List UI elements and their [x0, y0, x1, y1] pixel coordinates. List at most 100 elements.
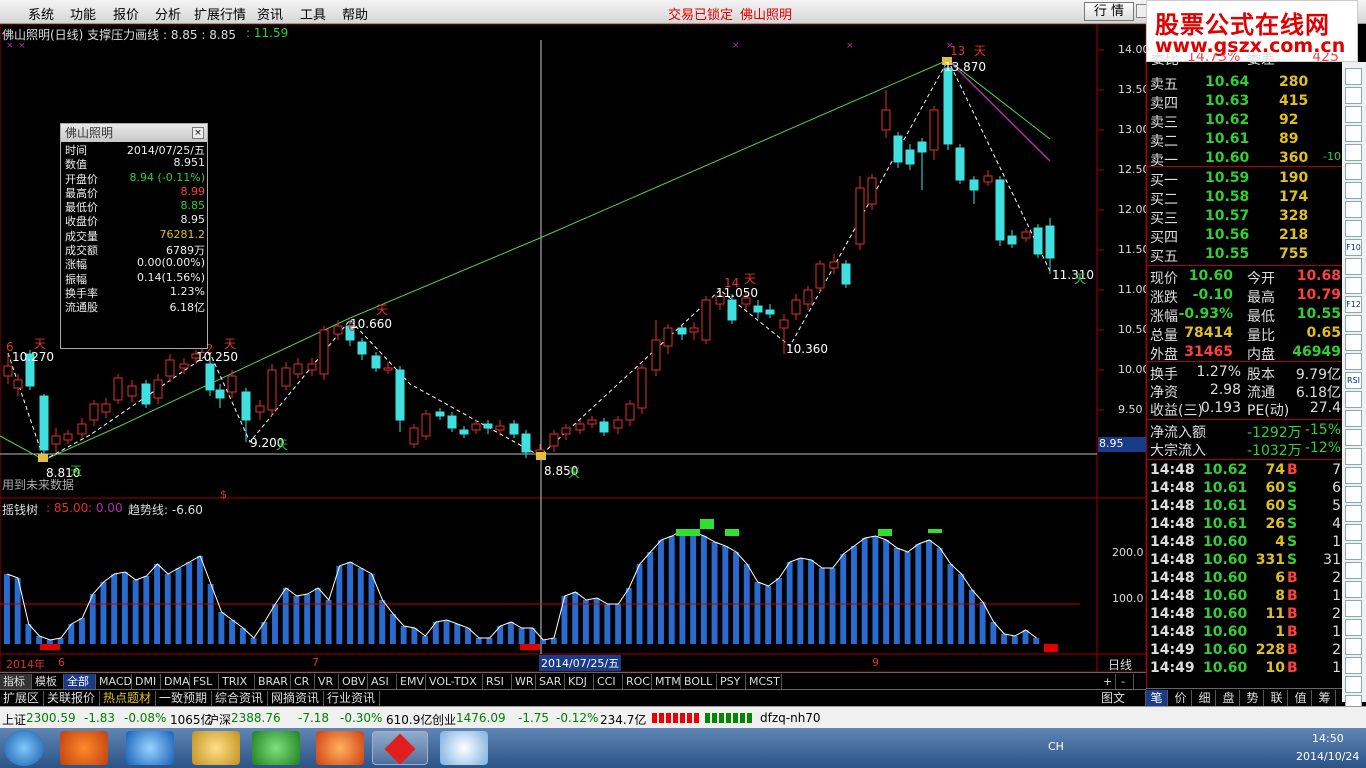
toolbar-tool-icon[interactable] — [1345, 201, 1362, 218]
indicator-tab[interactable]: MCST — [746, 674, 782, 689]
toolbar-tool-icon[interactable] — [1345, 410, 1362, 427]
indicator-tab[interactable]: 全部 — [64, 674, 96, 689]
tick-row[interactable]: 14:48 10.60 6 B 2 — [1147, 570, 1343, 588]
toolbar-tool-icon[interactable]: RSI — [1345, 372, 1362, 389]
tick-row[interactable]: 14:48 10.60 331 S 31 — [1147, 552, 1343, 570]
tick-row[interactable]: 14:48 10.61 60 S 5 — [1147, 498, 1343, 516]
toolbar-tool-icon[interactable] — [1345, 467, 1362, 484]
toolbar-tool-icon[interactable] — [1345, 182, 1362, 199]
toolbar-tool-icon[interactable] — [1345, 448, 1362, 465]
bottom-tab[interactable]: 扩展区 — [0, 691, 44, 706]
indicator-tab[interactable]: RSI — [483, 674, 512, 689]
f10-button[interactable]: 图文F10 — [1098, 691, 1146, 720]
toolbar-tool-icon[interactable] — [1345, 600, 1362, 617]
sell-order-row[interactable]: 卖三 10.62 92 — [1147, 112, 1343, 131]
menu-system[interactable]: 系统 — [28, 4, 54, 23]
tick-row[interactable]: 14:48 10.61 60 S 6 — [1147, 480, 1343, 498]
sell-order-row[interactable]: 卖五 10.64 280 — [1147, 74, 1343, 93]
quote-panel-tab[interactable]: 盘 — [1218, 690, 1240, 706]
chart-area[interactable]: × × × × × $ 佛山照明(日线) 支撑压力画线 : 8.85 : 8.8… — [0, 24, 1150, 673]
indicator-tab[interactable]: ROC — [623, 674, 652, 689]
toolbar-tool-icon[interactable] — [1345, 277, 1362, 294]
indicator-tab[interactable]: 指标 — [0, 674, 32, 689]
bottom-tab[interactable]: 行业资讯 — [324, 691, 380, 706]
indicator-tab[interactable]: TRIX — [219, 674, 255, 689]
quote-panel-tab[interactable]: 笔 — [1146, 690, 1168, 706]
indicator-tab[interactable]: DMI — [132, 674, 161, 689]
paint-icon[interactable] — [440, 731, 488, 765]
toolbar-tool-icon[interactable] — [1345, 220, 1362, 237]
quote-panel-tab[interactable]: 联 — [1266, 690, 1288, 706]
toolbar-tool-icon[interactable] — [1345, 125, 1362, 142]
toolbar-tool-icon[interactable] — [1345, 429, 1362, 446]
period-label[interactable]: 日线 — [1108, 656, 1132, 673]
tick-row[interactable]: 14:49 10.60 10 B 1 — [1147, 660, 1343, 678]
toolbar-tool-icon[interactable] — [1345, 524, 1362, 541]
toolbar-tool-icon[interactable] — [1345, 258, 1362, 275]
toolbar-tool-icon[interactable] — [1345, 486, 1362, 503]
toolbar-tool-icon[interactable] — [1345, 638, 1362, 655]
indicator-tab[interactable]: DMA — [161, 674, 190, 689]
quote-panel-tab[interactable]: 势 — [1242, 690, 1264, 706]
browser-icon[interactable] — [252, 731, 300, 765]
tick-row[interactable]: 14:48 10.60 11 B 2 — [1147, 606, 1343, 624]
indicator-tab[interactable]: CCI — [594, 674, 623, 689]
bottom-tab[interactable]: 网摘资讯 — [268, 691, 324, 706]
toolbar-tool-icon[interactable]: F12 — [1345, 296, 1362, 313]
quote-tab-button[interactable]: 行 情 — [1084, 2, 1134, 21]
close-icon[interactable]: × — [192, 127, 204, 139]
toolbar-tool-icon[interactable] — [1345, 106, 1362, 123]
quote-panel-tab[interactable]: 价 — [1170, 690, 1192, 706]
indicator-tab[interactable]: FSL — [190, 674, 219, 689]
menu-news[interactable]: 资讯 — [257, 4, 283, 23]
toolbar-tool-icon[interactable] — [1345, 144, 1362, 161]
toolbar-tool-icon[interactable] — [1345, 68, 1362, 85]
menu-analysis[interactable]: 分析 — [155, 4, 181, 23]
toolbar-tool-icon[interactable]: F10 — [1345, 239, 1362, 256]
start-button-icon[interactable] — [4, 730, 44, 766]
toolbar-tool-icon[interactable] — [1345, 562, 1362, 579]
buy-order-row[interactable]: 买一 10.59 190 — [1147, 170, 1343, 189]
toolbar-tool-icon[interactable] — [1345, 619, 1362, 636]
info-popup[interactable]: 佛山照明 × 时间 2014/07/25/五 数值 8.951 开盘价 8.94 (-0.… — [60, 123, 208, 349]
indicator-tab[interactable]: SAR — [536, 674, 565, 689]
buy-order-row[interactable]: 买五 10.55 755 — [1147, 246, 1343, 265]
menu-quote[interactable]: 报价 — [113, 4, 139, 23]
clock-time[interactable]: 14:50 — [1312, 732, 1344, 745]
sell-order-row[interactable]: 卖四 10.63 415 — [1147, 93, 1343, 112]
indicator-tab[interactable]: EMV — [397, 674, 426, 689]
tick-row[interactable]: 14:49 10.60 228 B 2 — [1147, 642, 1343, 660]
indicator-tab[interactable]: VOL-TDX — [426, 674, 483, 689]
toolbar-tool-icon[interactable] — [1345, 505, 1362, 522]
toolbar-tool-icon[interactable] — [1345, 543, 1362, 560]
buy-order-row[interactable]: 买三 10.57 328 — [1147, 208, 1343, 227]
sell-order-row[interactable]: 卖二 10.61 89 — [1147, 131, 1343, 150]
toolbar-tool-icon[interactable] — [1345, 581, 1362, 598]
toolbar-tool-icon[interactable] — [1345, 87, 1362, 104]
toolbar-tool-icon[interactable] — [1345, 657, 1362, 674]
indicator-tab[interactable]: BRAR — [255, 674, 291, 689]
menu-help[interactable]: 帮助 — [342, 4, 368, 23]
indicator-tab[interactable]: WR — [512, 674, 536, 689]
firefox-icon[interactable] — [316, 731, 364, 765]
indicator-tab[interactable]: MACD — [96, 674, 132, 689]
folder-icon[interactable] — [192, 731, 240, 765]
menu-function[interactable]: 功能 — [70, 4, 96, 23]
indicator-tab[interactable]: ASI — [368, 674, 397, 689]
buy-order-row[interactable]: 买二 10.58 174 — [1147, 189, 1343, 208]
indicator-tab[interactable]: 模板 — [32, 674, 64, 689]
toolbar-tool-icon[interactable] — [1345, 315, 1362, 332]
tick-row[interactable]: 14:48 10.60 1 B 1 — [1147, 624, 1343, 642]
menu-tools[interactable]: 工具 — [300, 4, 326, 23]
bottom-tab[interactable]: 一致预期 — [156, 691, 212, 706]
indicator-tab[interactable]: VR — [315, 674, 339, 689]
indicator-tab[interactable]: CR — [291, 674, 315, 689]
buy-order-row[interactable]: 买四 10.56 218 — [1147, 227, 1343, 246]
indicator-tab[interactable]: PSY — [717, 674, 746, 689]
indicator-tab[interactable]: MTM — [652, 674, 681, 689]
bottom-tab[interactable]: 关联报价 — [44, 691, 100, 706]
bottom-tab[interactable]: 热点题材 — [100, 691, 156, 706]
menu-ext-quote[interactable]: 扩展行情 — [194, 4, 246, 23]
indicator-tab[interactable]: OBV — [339, 674, 368, 689]
tick-row[interactable]: 14:48 10.60 4 S 1 — [1147, 534, 1343, 552]
